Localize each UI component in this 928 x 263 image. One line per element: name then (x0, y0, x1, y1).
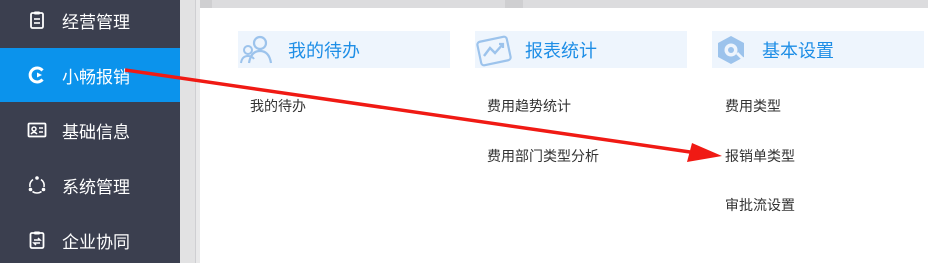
sidebar: 经营管理 小畅报销 基础信息 系统管理 企业协同 (0, 0, 180, 263)
tab-strip (200, 0, 928, 8)
refresh-c-icon (26, 64, 48, 86)
link-expense-type[interactable]: 费用类型 (725, 96, 781, 116)
column-title: 我的待办 (288, 40, 360, 62)
link-claim-form-type[interactable]: 报销单类型 (725, 146, 795, 166)
sidebar-item-label: 基础信息 (62, 122, 130, 143)
link-dept-type-analysis[interactable]: 费用部门类型分析 (487, 146, 599, 166)
column-header-settings: 基本设置 (712, 31, 924, 68)
sidebar-item-expense[interactable]: 小畅报销 (0, 48, 180, 102)
link-my-todo[interactable]: 我的待办 (250, 96, 306, 116)
sidebar-item-basic-info[interactable]: 基础信息 (0, 103, 180, 157)
column-header-todo: 我的待办 (238, 31, 450, 68)
menu-panel: 我的待办 我的待办 报表统计 费用趋势统计 费用部门类型分析 基本设置 费用类型… (200, 8, 928, 263)
sidebar-item-label: 系统管理 (62, 177, 130, 198)
column-title: 报表统计 (525, 40, 597, 62)
settings-badge-icon (712, 33, 750, 67)
sidebar-item-label: 小畅报销 (62, 67, 130, 88)
sidebar-item-system[interactable]: 系统管理 (0, 158, 180, 212)
sidebar-scrollbar[interactable] (180, 0, 200, 263)
sidebar-item-label: 经营管理 (62, 12, 130, 33)
tab-divider (505, 0, 523, 8)
column-title: 基本设置 (762, 40, 834, 62)
users-icon (238, 33, 276, 67)
sidebar-item-label: 企业协同 (62, 232, 130, 253)
trend-chart-icon (475, 33, 513, 67)
link-expense-trend[interactable]: 费用趋势统计 (487, 96, 571, 116)
id-card-icon (26, 119, 48, 141)
tab-divider (200, 0, 212, 8)
clipboard-icon (26, 9, 48, 31)
sidebar-item-collaboration[interactable]: 企业协同 (0, 213, 180, 263)
document-icon (26, 229, 48, 251)
scrollbar-track[interactable] (180, 0, 196, 263)
network-icon (26, 174, 48, 196)
link-approval-flow[interactable]: 审批流设置 (725, 195, 795, 215)
column-header-reports: 报表统计 (475, 31, 687, 68)
sidebar-item-operations[interactable]: 经营管理 (0, 0, 180, 47)
